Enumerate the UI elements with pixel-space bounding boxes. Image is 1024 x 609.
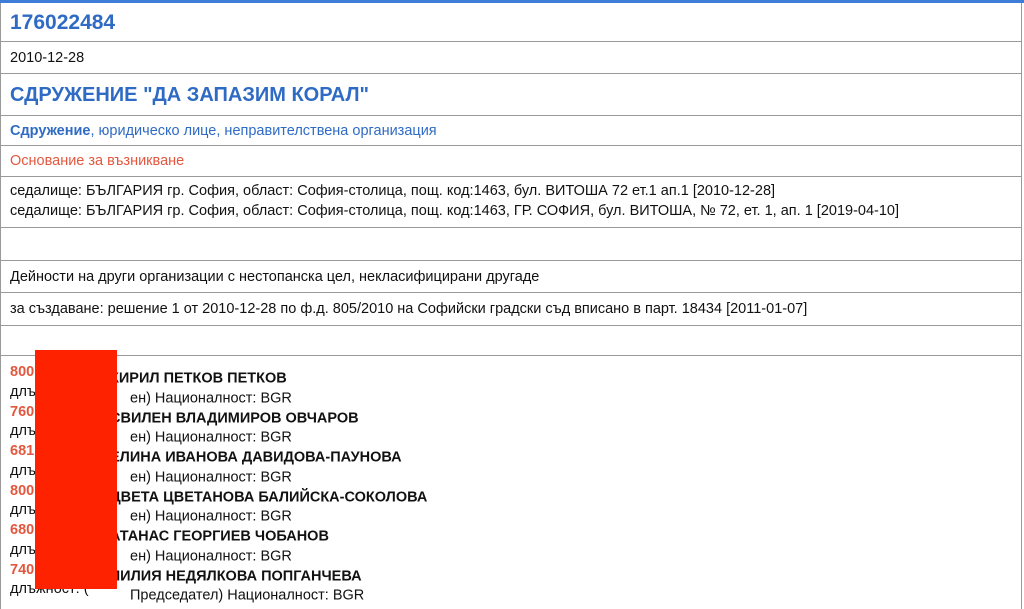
organization-name: СДРУЖЕНИЕ "ДА ЗАПАЗИМ КОРАЛ" <box>10 84 370 106</box>
activity-row: Дейности на други организации с нестопан… <box>0 261 1022 293</box>
person-entry: 681ЕЛИНА ИВАНОВА ДАВИДОВА-ПАУНОВА длъжно… <box>10 442 1021 485</box>
registration-date: 2010-12-28 <box>10 50 85 66</box>
organization-type: Сдружение, юридическо лице, неправителст… <box>10 123 437 139</box>
seat-row: седалище: БЪЛГАРИЯ гр. София, област: Со… <box>0 177 1022 228</box>
date-row: 2010-12-28 <box>0 42 1022 74</box>
person-entry: 740 ЛИЛИЯ НЕДЯЛКОВА ПОПГАНЧЕВА длъжност: … <box>10 561 1021 604</box>
eik-row: 176022484 <box>0 3 1022 42</box>
empty-row <box>0 326 1022 356</box>
eik-number[interactable]: 176022484 <box>10 11 115 34</box>
people-list: 800КИРИЛ ПЕТКОВ ПЕТКОВ длъжност: (Член) … <box>10 356 1021 604</box>
org-name-row: СДРУЖЕНИЕ "ДА ЗАПАЗИМ КОРАЛ" <box>0 74 1022 116</box>
activity-description: Дейности на други организации с нестопан… <box>10 269 540 285</box>
redaction-box <box>35 350 117 589</box>
organization-type-strong: Сдружение <box>10 123 91 139</box>
person-entry: 680АТАНАС ГЕОРГИЕВ ЧОБАНОВ длъжност: (Чл… <box>10 521 1021 564</box>
basis-label: Основание за възникване <box>10 153 185 169</box>
creation-record: за създаване: решение 1 от 2010-12-28 по… <box>10 301 808 317</box>
people-section: 800КИРИЛ ПЕТКОВ ПЕТКОВ длъжност: (Член) … <box>0 356 1022 609</box>
org-type-row: Сдружение, юридическо лице, неправителст… <box>0 116 1022 146</box>
seat-address-1: седалище: БЪЛГАРИЯ гр. София, област: Со… <box>10 183 776 199</box>
organization-type-rest: , юридическо лице, неправителствена орга… <box>90 123 437 139</box>
person-entry: 800КИРИЛ ПЕТКОВ ПЕТКОВ длъжност: (Член) … <box>10 363 1021 406</box>
person-entry: 760СВИЛЕН ВЛАДИМИРОВ ОВЧАРОВ длъжност: (… <box>10 403 1021 446</box>
person-entry: 800ЦВЕТА ЦВЕТАНОВА БАЛИЙСКА-СОКОЛОВА длъ… <box>10 482 1021 525</box>
basis-row: Основание за възникване <box>0 146 1022 177</box>
creation-row: за създаване: решение 1 от 2010-12-28 по… <box>0 293 1022 326</box>
person-role: Председател) Националност: BGR <box>130 587 365 604</box>
seat-address-2: седалище: БЪЛГАРИЯ гр. София, област: Со… <box>10 202 900 219</box>
empty-row <box>0 228 1022 261</box>
